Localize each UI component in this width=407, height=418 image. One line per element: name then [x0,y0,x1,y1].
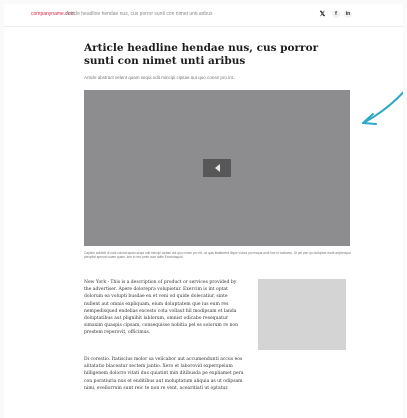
article-page: companyname.com Article headline hendae … [4,4,403,418]
article-abstract: Article abstract velent quam sequi odit … [84,75,236,80]
video-caption: Caption adidelit di sunt volorat quam se… [84,251,351,259]
video-player[interactable] [84,90,350,246]
linkedin-icon[interactable]: in [344,9,352,18]
pointer-arrow-icon [362,91,403,125]
article-headline: Article headline hendae nus, cus porror … [84,42,319,67]
top-bar: companyname.com Article headline hendae … [4,4,403,27]
topbar-article-title: Article headline hendae nus, cus porror … [66,11,213,17]
article-paragraph-1: New York - This is a description of prod… [84,280,238,336]
play-button[interactable] [203,159,231,177]
x-logo-icon[interactable]: 𝕏 [318,9,327,18]
ad-placeholder[interactable] [258,279,346,350]
play-left-icon [214,164,220,172]
article-paragraph-2: Di corestio. Itatiscius molor sa velicab… [84,357,244,391]
facebook-icon[interactable]: f [332,9,340,18]
